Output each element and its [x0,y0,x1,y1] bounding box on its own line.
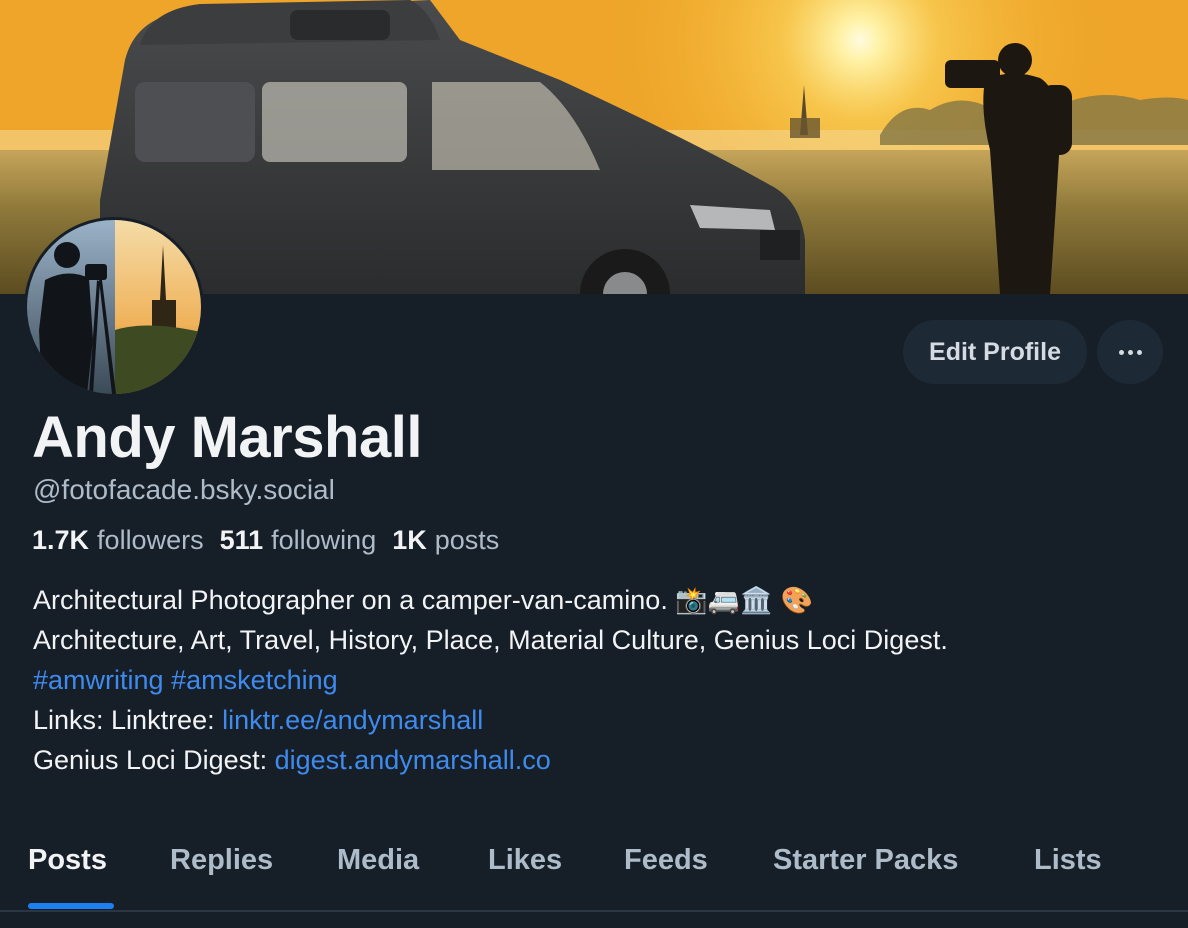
linktree-link[interactable]: linktr.ee/andymarshall [222,705,483,735]
profile-tabs: Posts Replies Media Likes Feeds Starter … [0,832,1188,912]
more-options-button[interactable] [1097,320,1163,384]
edit-profile-button[interactable]: Edit Profile [903,320,1087,384]
digest-link[interactable]: digest.andymarshall.co [275,745,551,775]
bio-line-1: Architectural Photographer on a camper-v… [33,580,948,620]
profile-page: Edit Profile Andy Marshall @fotofacade.b… [0,0,1188,928]
profile-handle: @fotofacade.bsky.social [33,474,335,505]
posts-label: posts [434,525,500,555]
display-name: Andy Marshall [32,405,422,470]
following-count: 511 [219,525,264,555]
tab-media[interactable]: Media [337,844,419,877]
tab-replies[interactable]: Replies [170,844,273,877]
posts-count: 1K [392,525,427,555]
tab-lists[interactable]: Lists [1034,844,1102,877]
active-tab-indicator [28,903,114,909]
digest-prefix: Genius Loci Digest: [33,745,275,775]
profile-bio: Architectural Photographer on a camper-v… [33,580,948,780]
profile-stats: 1.7K followers 511 following 1K posts [32,525,499,556]
followers-label: followers [97,525,204,555]
tab-feeds[interactable]: Feeds [624,844,708,877]
bio-emojis: 📸🚐🏛️ 🎨 [675,586,814,616]
posts-stat: 1K posts [392,525,499,556]
ellipsis-icon [1118,349,1142,355]
hashtag-amsketching[interactable]: #amsketching [171,665,338,695]
tab-starter-packs[interactable]: Starter Packs [773,844,958,877]
tabs-divider [0,910,1188,912]
bio-hashtags: #amwriting #amsketching [33,660,948,700]
avatar-photographer-silhouette-icon [27,220,201,394]
avatar[interactable] [24,217,204,397]
bio-links-line: Links: Linktree: linktr.ee/andymarshall [33,700,948,740]
followers-count: 1.7K [32,525,90,555]
following-stat[interactable]: 511 following [220,525,377,556]
following-label: following [271,525,377,555]
followers-stat[interactable]: 1.7K followers [32,525,204,556]
tab-likes[interactable]: Likes [488,844,562,877]
bio-line-2: Architecture, Art, Travel, History, Plac… [33,625,948,655]
links-prefix: Links: Linktree: [33,705,223,735]
hashtag-amwriting[interactable]: #amwriting [33,665,164,695]
bio-line-1-text: Architectural Photographer on a camper-v… [33,585,668,615]
bio-digest-line: Genius Loci Digest: digest.andymarshall.… [33,740,948,780]
tab-posts[interactable]: Posts [28,844,107,877]
